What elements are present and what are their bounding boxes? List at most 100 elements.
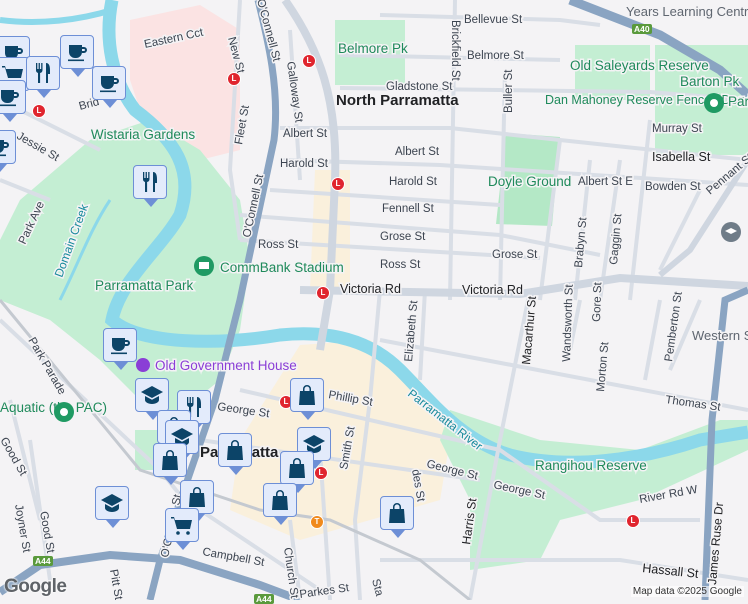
light-rail-stop-icon[interactable]: L bbox=[331, 177, 345, 191]
svg-text:Grose St: Grose St bbox=[380, 231, 426, 243]
svg-text:Buller St: Buller St bbox=[503, 69, 515, 113]
svg-text:Ross St: Ross St bbox=[258, 239, 299, 251]
light-rail-stop-icon[interactable]: L bbox=[316, 286, 330, 300]
stadium-pin[interactable] bbox=[194, 256, 214, 276]
school-marker[interactable] bbox=[95, 486, 129, 528]
shopping-marker[interactable] bbox=[153, 443, 187, 485]
label-doyle-ground[interactable]: Doyle Ground bbox=[487, 173, 573, 191]
route-shield-a44-west: A44 bbox=[33, 556, 53, 566]
svg-text:Wandsworth St: Wandsworth St bbox=[561, 283, 576, 362]
shopping-icon bbox=[223, 438, 247, 462]
shopping-icon bbox=[268, 488, 292, 512]
grocery-icon bbox=[170, 513, 194, 537]
school-icon bbox=[100, 491, 124, 515]
shopping-marker[interactable] bbox=[218, 433, 252, 475]
cafe-icon bbox=[108, 333, 132, 357]
light-rail-stop-icon[interactable]: L bbox=[302, 54, 316, 68]
google-logo: Google bbox=[4, 576, 67, 597]
label-belmore-pk[interactable]: Belmore Pk bbox=[337, 40, 410, 58]
restaurant-marker[interactable] bbox=[133, 165, 167, 207]
svg-text:Murray St: Murray St bbox=[652, 123, 703, 135]
cafe-marker[interactable] bbox=[92, 66, 126, 108]
school-icon bbox=[140, 383, 164, 407]
label-old-government-house[interactable]: Old Government House bbox=[154, 357, 299, 375]
svg-text:Jessie St: Jessie St bbox=[15, 130, 62, 164]
cafe-marker[interactable] bbox=[0, 80, 26, 122]
label-north-parramatta[interactable]: North Parramatta bbox=[335, 91, 461, 111]
route-shield-a44-east: A44 bbox=[254, 594, 274, 604]
svg-text:Hassall St: Hassall St bbox=[642, 561, 700, 581]
label-parramatta-park[interactable]: Parramatta Park bbox=[94, 277, 196, 295]
west-river-arm bbox=[0, 7, 113, 25]
label-western-sydney-uni[interactable]: Western Sydney University Parramatta bbox=[691, 327, 748, 345]
grocery-marker[interactable] bbox=[165, 508, 199, 550]
svg-text:Bowden St: Bowden St bbox=[645, 181, 701, 193]
svg-text:Isabella St: Isabella St bbox=[652, 150, 711, 164]
svg-text:Fennell St: Fennell St bbox=[382, 203, 435, 215]
svg-text:Park Parade: Park Parade bbox=[25, 336, 67, 397]
label-aquatic[interactable]: Aquatic (the PAC) bbox=[0, 399, 109, 417]
restaurant-marker[interactable] bbox=[26, 56, 60, 98]
label-parramatta-ter[interactable]: Parramatta Ter bbox=[727, 93, 748, 111]
svg-text:Harold St: Harold St bbox=[389, 176, 438, 188]
label-commbank-stadium[interactable]: CommBank Stadium bbox=[219, 259, 346, 277]
cafe-icon bbox=[0, 135, 11, 159]
svg-text:Victoria Rd: Victoria Rd bbox=[340, 282, 401, 296]
shopping-icon bbox=[295, 383, 319, 407]
label-rangihou-reserve[interactable]: Rangihou Reserve bbox=[534, 457, 649, 475]
svg-text:Belmore St: Belmore St bbox=[467, 50, 525, 62]
university-pin[interactable] bbox=[721, 222, 741, 242]
cafe-marker[interactable] bbox=[60, 35, 94, 77]
svg-text:Bellevue St: Bellevue St bbox=[464, 14, 523, 26]
aquatic-pin[interactable] bbox=[54, 402, 74, 422]
svg-text:Brabyn St: Brabyn St bbox=[573, 216, 589, 268]
light-rail-stop-icon[interactable]: L bbox=[32, 104, 46, 118]
cafe-icon bbox=[97, 71, 121, 95]
label-years-learning[interactable]: Years Learning Centre bbox=[625, 3, 748, 21]
shopping-icon bbox=[158, 448, 182, 472]
restaurant-icon bbox=[31, 61, 55, 85]
svg-text:Albert St: Albert St bbox=[283, 128, 328, 140]
barton-pk-pin[interactable] bbox=[704, 93, 724, 113]
label-barton-pk[interactable]: Barton Pk bbox=[679, 73, 742, 91]
shopping-marker[interactable] bbox=[263, 483, 297, 525]
landmark-pin[interactable] bbox=[136, 358, 150, 372]
svg-text:Harold St: Harold St bbox=[280, 158, 329, 170]
restaurant-icon bbox=[138, 170, 162, 194]
svg-text:Pitt St: Pitt St bbox=[107, 568, 124, 600]
cafe-marker[interactable] bbox=[103, 328, 137, 370]
svg-text:Good St: Good St bbox=[37, 510, 56, 554]
route-shield-a40: A40 bbox=[632, 24, 652, 34]
svg-text:Elizabeth St: Elizabeth St bbox=[403, 299, 420, 362]
svg-text:Gladstone St: Gladstone St bbox=[386, 81, 453, 93]
svg-text:Albert St: Albert St bbox=[395, 146, 440, 158]
label-old-saleyards[interactable]: Old Saleyards Reserve bbox=[569, 57, 711, 75]
shopping-marker[interactable] bbox=[380, 496, 414, 538]
light-rail-stop-icon[interactable]: L bbox=[626, 514, 640, 528]
svg-text:Grose St: Grose St bbox=[492, 249, 538, 261]
svg-text:Gore St: Gore St bbox=[591, 281, 604, 322]
svg-text:Parkes St: Parkes St bbox=[299, 582, 351, 600]
cafe-marker[interactable] bbox=[0, 130, 16, 172]
shopping-marker[interactable] bbox=[280, 451, 314, 493]
cafe-icon bbox=[0, 85, 21, 109]
cafe-icon bbox=[65, 40, 89, 64]
train-station-icon[interactable]: T bbox=[310, 515, 324, 529]
map-attribution[interactable]: Map data ©2025 Google bbox=[630, 586, 744, 597]
light-rail-stop-icon[interactable]: L bbox=[227, 72, 241, 86]
label-wistaria-gardens[interactable]: Wistaria Gardens bbox=[89, 126, 197, 144]
shopping-icon bbox=[185, 485, 209, 509]
svg-text:Victoria Rd: Victoria Rd bbox=[462, 283, 523, 297]
shopping-icon bbox=[385, 501, 409, 525]
school-marker[interactable] bbox=[135, 378, 169, 420]
svg-text:Joyner St: Joyner St bbox=[12, 503, 32, 554]
svg-text:Macarthur St: Macarthur St bbox=[519, 295, 539, 365]
shopping-marker[interactable] bbox=[290, 378, 324, 420]
svg-text:Albert St E: Albert St E bbox=[578, 176, 633, 188]
svg-text:Sta: Sta bbox=[369, 578, 385, 598]
svg-text:Galloway St: Galloway St bbox=[284, 61, 305, 124]
shopping-icon bbox=[285, 456, 309, 480]
svg-text:Ross St: Ross St bbox=[380, 259, 421, 271]
svg-text:Pemberton St: Pemberton St bbox=[663, 290, 685, 362]
svg-text:Brickfield St: Brickfield St bbox=[449, 20, 461, 82]
